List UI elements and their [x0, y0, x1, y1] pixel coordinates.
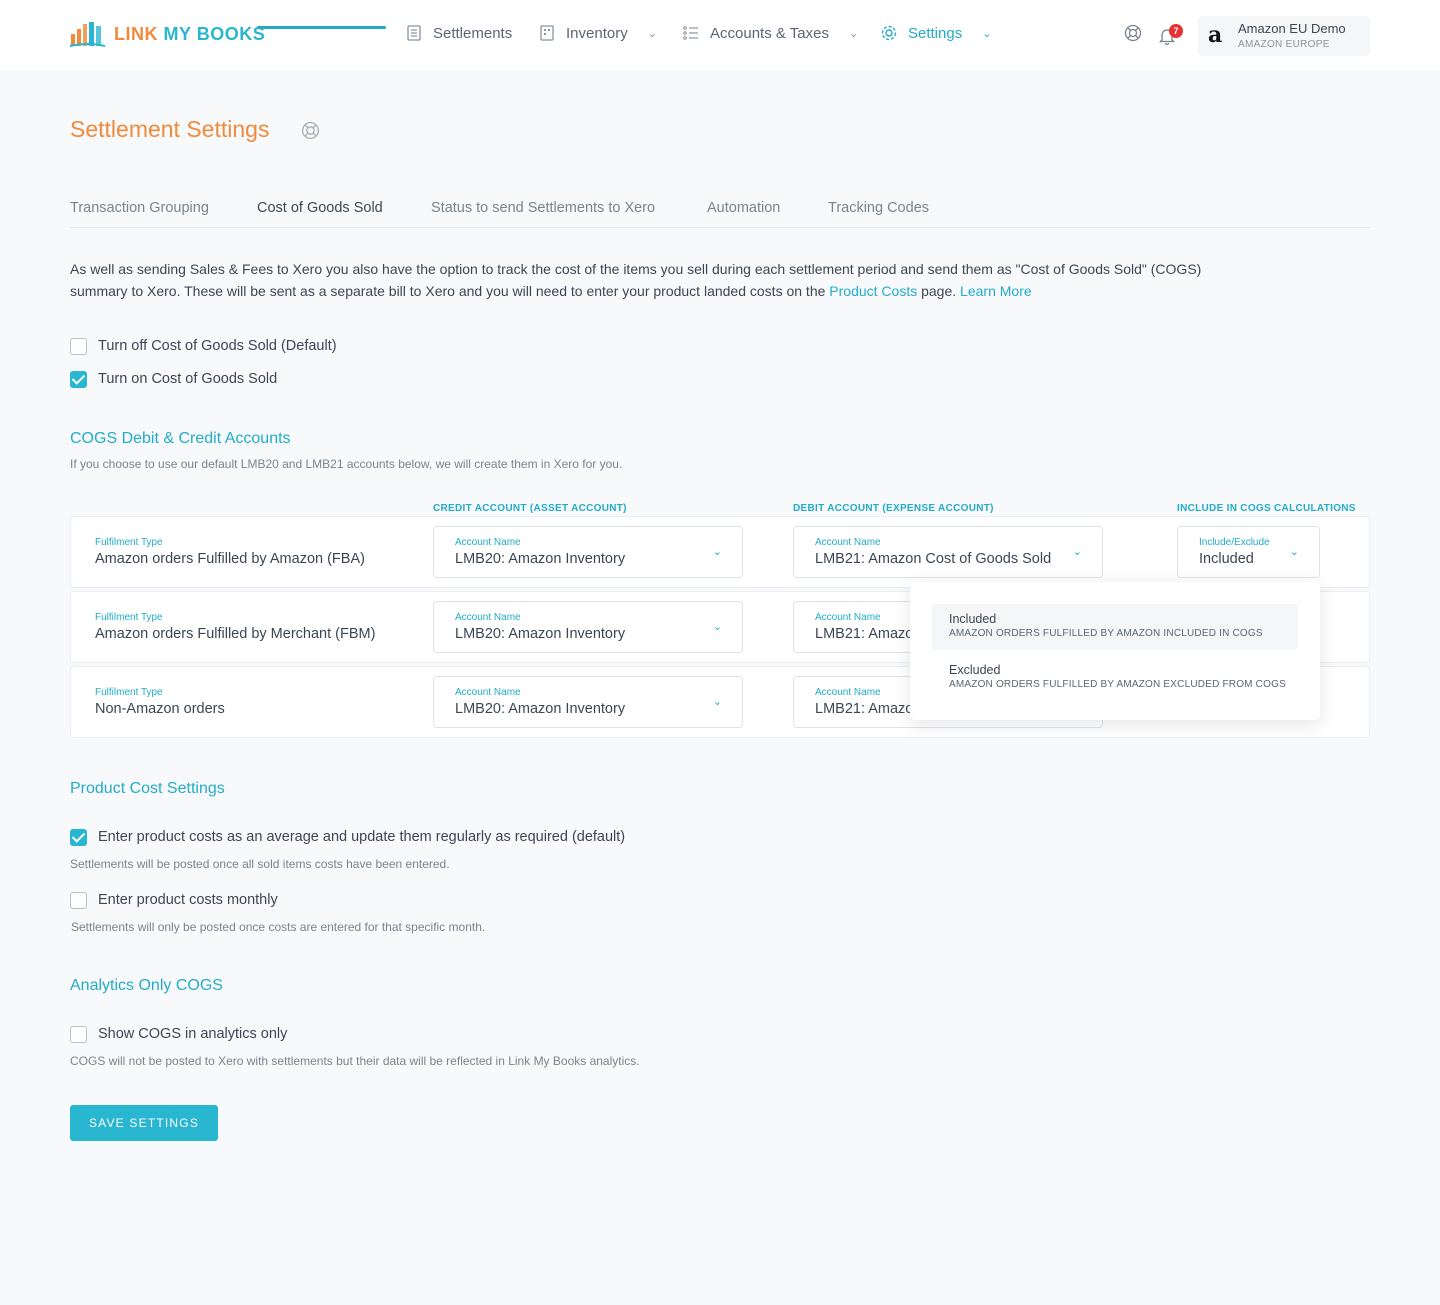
account-name-label: Account Name: [815, 612, 881, 623]
chevron-down-icon: ⌄: [1289, 546, 1299, 558]
credit-account-value: LMB20: Amazon Inventory: [455, 551, 626, 567]
include-exclude-value: Included: [1199, 551, 1254, 567]
chevron-down-icon: ⌄: [848, 27, 859, 40]
include-exclude-dropdown: Included AMAZON ORDERS FULFILLED BY AMAZ…: [910, 582, 1320, 720]
include-exclude-label: Include/Exclude: [1199, 537, 1270, 548]
fulfilment-type-value: Amazon orders Fulfilled by Merchant (FBM…: [95, 626, 376, 642]
tab-transaction-grouping[interactable]: Transaction Grouping: [70, 200, 209, 216]
debit-account-header: DEBIT ACCOUNT (EXPENSE ACCOUNT): [793, 503, 994, 514]
tab-cost-of-goods-sold[interactable]: Cost of Goods Sold: [257, 200, 383, 216]
average-costs-label: Enter product costs as an average and up…: [98, 829, 626, 845]
document-icon: [407, 25, 421, 41]
chevron-down-icon: ⌄: [712, 621, 722, 633]
credit-account-value: LMB20: Amazon Inventory: [455, 701, 626, 717]
analytics-only-label: Show COGS in analytics only: [98, 1026, 288, 1042]
option-title: Included: [949, 612, 997, 626]
page-title: Settlement Settings: [70, 116, 270, 142]
nav-settings[interactable]: Settings ⌄: [880, 24, 991, 42]
logo-text: LINK MY BOOKS: [114, 23, 266, 44]
product-cost-title: Product Cost Settings: [70, 780, 225, 797]
turn-off-cogs-checkbox[interactable]: [70, 338, 87, 355]
turn-off-cogs-label: Turn off Cost of Goods Sold (Default): [98, 338, 337, 354]
help-lifebuoy-icon[interactable]: [301, 121, 320, 145]
nav-settings-label: Settings: [908, 24, 963, 42]
save-settings-button[interactable]: SAVE SETTINGS: [70, 1105, 218, 1141]
analytics-only-checkbox[interactable]: [70, 1026, 87, 1043]
logo[interactable]: LINK MY BOOKS: [70, 20, 265, 48]
account-name-label: Account Name: [455, 612, 521, 623]
account-region: AMAZON EUROPE: [1238, 39, 1330, 50]
fulfilment-type-label: Fulfilment Type: [95, 537, 163, 548]
turn-on-cogs-checkbox[interactable]: [70, 371, 87, 388]
account-name-label: Account Name: [455, 537, 521, 548]
option-title: Excluded: [949, 663, 1001, 677]
notification-count-badge: 7: [1169, 24, 1183, 38]
nav-inventory[interactable]: Inventory ⌄: [538, 24, 657, 42]
cogs-intro-text: As well as sending Sales & Fees to Xero …: [70, 258, 1250, 302]
chevron-down-icon: ⌄: [1072, 546, 1082, 558]
account-switcher[interactable]: a Amazon EU Demo AMAZON EUROPE: [1198, 16, 1370, 56]
monthly-costs-label: Enter product costs monthly: [98, 892, 278, 908]
option-description: AMAZON ORDERS FULFILLED BY AMAZON INCLUD…: [949, 628, 1263, 639]
books-logo-icon: [70, 22, 106, 47]
turn-on-cogs-label: Turn on Cost of Goods Sold: [98, 371, 278, 387]
account-name: Amazon EU Demo: [1238, 21, 1346, 36]
account-name-label: Account Name: [815, 687, 881, 698]
chevron-down-icon: ⌄: [712, 546, 722, 558]
credit-account-value: LMB20: Amazon Inventory: [455, 626, 626, 642]
product-costs-link[interactable]: Product Costs: [829, 283, 917, 299]
gear-icon: [881, 25, 897, 41]
chevron-down-icon: ⌄: [647, 27, 657, 40]
active-tab-indicator: [257, 26, 386, 29]
nav-accounts-taxes-label: Accounts & Taxes: [710, 24, 829, 42]
analytics-cogs-title: Analytics Only COGS: [70, 977, 223, 994]
fulfilment-row-fba: Fulfilment Type Amazon orders Fulfilled …: [70, 516, 1370, 588]
fulfilment-type-value: Amazon orders Fulfilled by Amazon (FBA): [95, 551, 365, 567]
cogs-accounts-title: COGS Debit & Credit Accounts: [70, 430, 291, 447]
nav-accounts-taxes[interactable]: Accounts & Taxes ⌄: [682, 24, 858, 42]
average-costs-hint: Settlements will be posted once all sold…: [70, 857, 450, 871]
help-lifebuoy-icon[interactable]: [1124, 24, 1142, 47]
nav-settlements-label: Settlements: [433, 24, 513, 42]
account-name-label: Account Name: [815, 537, 881, 548]
credit-account-select[interactable]: Account Name LMB20: Amazon Inventory ⌄: [433, 601, 743, 653]
monthly-costs-hint: Settlements will only be posted once cos…: [71, 920, 486, 934]
fulfilment-type-label: Fulfilment Type: [95, 612, 163, 623]
inventory-icon: [540, 25, 554, 41]
option-description: AMAZON ORDERS FULFILLED BY AMAZON EXCLUD…: [949, 679, 1286, 690]
monthly-costs-checkbox[interactable]: [70, 892, 87, 909]
account-name-label: Account Name: [455, 687, 521, 698]
include-exclude-select[interactable]: Include/Exclude Included ⌄: [1177, 526, 1320, 578]
average-costs-checkbox[interactable]: [70, 829, 87, 846]
list-icon: [683, 26, 698, 40]
dropdown-option-included[interactable]: Included AMAZON ORDERS FULFILLED BY AMAZ…: [932, 604, 1298, 650]
cogs-accounts-subtitle: If you choose to use our default LMB20 a…: [70, 457, 623, 471]
amazon-logo-icon: a: [1208, 22, 1223, 48]
nav-inventory-label: Inventory: [566, 24, 628, 42]
nav-settlements[interactable]: Settlements: [405, 24, 512, 42]
analytics-only-hint: COGS will not be posted to Xero with set…: [70, 1054, 640, 1068]
chevron-down-icon: ⌄: [712, 696, 722, 708]
dropdown-option-excluded[interactable]: Excluded AMAZON ORDERS FULFILLED BY AMAZ…: [932, 655, 1298, 701]
fulfilment-type-value: Non-Amazon orders: [95, 701, 225, 717]
tab-tracking-codes[interactable]: Tracking Codes: [828, 200, 929, 216]
top-navigation-bar: LINK MY BOOKS Settlements Inventory ⌄ Ac…: [0, 0, 1440, 70]
fulfilment-type-label: Fulfilment Type: [95, 687, 163, 698]
intro-text-end: page.: [921, 283, 957, 299]
credit-account-select[interactable]: Account Name LMB20: Amazon Inventory ⌄: [433, 676, 743, 728]
tab-automation[interactable]: Automation: [707, 200, 780, 216]
debit-account-select[interactable]: Account Name LMB21: Amazon Cost of Goods…: [793, 526, 1103, 578]
credit-account-header: CREDIT ACCOUNT (ASSET ACCOUNT): [433, 503, 627, 514]
learn-more-link[interactable]: Learn More: [960, 283, 1032, 299]
settings-tabs: Transaction Grouping Cost of Goods Sold …: [70, 198, 1370, 228]
credit-account-select[interactable]: Account Name LMB20: Amazon Inventory ⌄: [433, 526, 743, 578]
chevron-down-icon: ⌄: [982, 27, 992, 40]
debit-account-value: LMB21: Amazon Cost of Goods Sold: [815, 551, 1052, 567]
tab-status-to-send[interactable]: Status to send Settlements to Xero: [431, 200, 655, 216]
include-header: INCLUDE IN COGS CALCULATIONS: [1177, 503, 1356, 514]
